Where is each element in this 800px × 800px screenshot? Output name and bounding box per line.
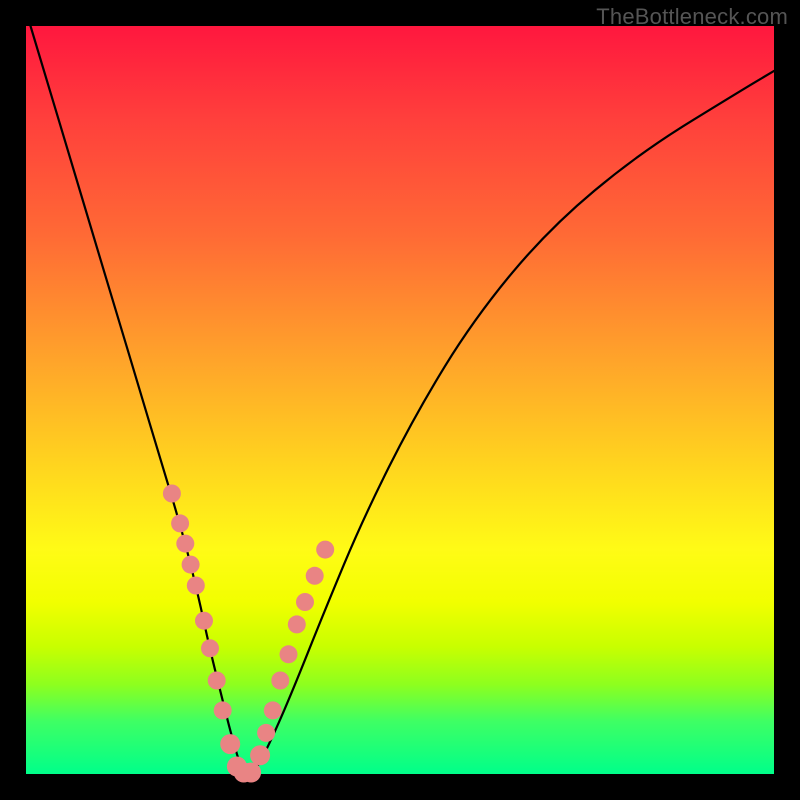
highlight-marker bbox=[182, 556, 200, 574]
highlight-marker bbox=[195, 612, 213, 630]
watermark-text: TheBottleneck.com bbox=[596, 4, 788, 30]
highlight-marker bbox=[296, 593, 314, 611]
highlight-marker bbox=[208, 672, 226, 690]
highlight-marker bbox=[187, 577, 205, 595]
highlight-marker bbox=[264, 701, 282, 719]
highlight-marker bbox=[220, 734, 240, 754]
highlight-marker bbox=[214, 701, 232, 719]
bottleneck-curve bbox=[26, 11, 774, 774]
highlight-marker bbox=[241, 763, 261, 783]
highlight-marker bbox=[306, 567, 324, 585]
highlight-marker bbox=[316, 541, 334, 559]
highlight-marker bbox=[176, 535, 194, 553]
marker-group bbox=[163, 485, 334, 783]
highlight-marker bbox=[171, 514, 189, 532]
highlight-marker bbox=[257, 724, 275, 742]
chart-svg bbox=[26, 26, 774, 774]
plot-area bbox=[26, 26, 774, 774]
highlight-marker bbox=[271, 672, 289, 690]
highlight-marker bbox=[250, 745, 270, 765]
highlight-marker bbox=[288, 615, 306, 633]
highlight-marker bbox=[201, 639, 219, 657]
highlight-marker bbox=[280, 645, 298, 663]
highlight-marker bbox=[163, 485, 181, 503]
chart-stage: TheBottleneck.com bbox=[0, 0, 800, 800]
